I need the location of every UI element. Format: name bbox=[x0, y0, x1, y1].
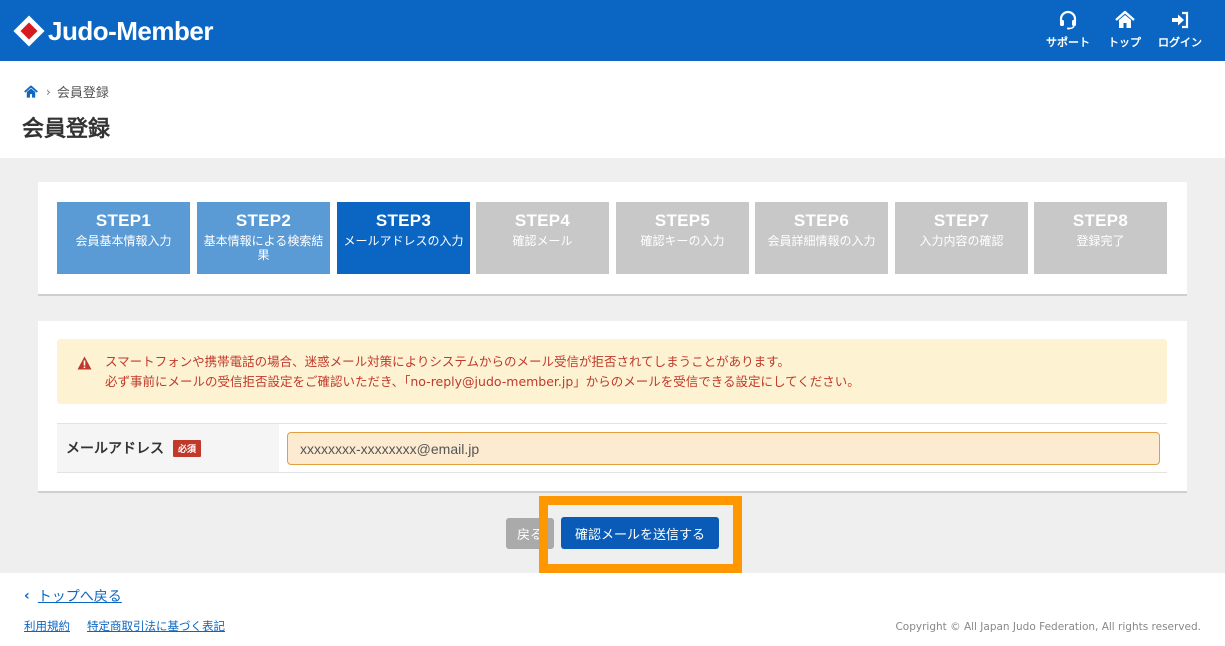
nav-support-label: サポート bbox=[1046, 36, 1090, 49]
chevron-left-icon: ‹ bbox=[24, 588, 30, 604]
step-label: メールアドレスの入力 bbox=[343, 234, 464, 248]
email-row: メールアドレス 必須 bbox=[57, 423, 1167, 473]
step-2: STEP2 基本情報による検索結果 bbox=[197, 202, 330, 274]
site-footer: ‹ トップへ戻る 利用規約 特定商取引法に基づく表記 Copyright © A… bbox=[0, 573, 1225, 646]
headset-icon bbox=[1059, 10, 1077, 30]
step-3: STEP3 メールアドレスの入力 bbox=[337, 202, 470, 274]
step-label: 会員詳細情報の入力 bbox=[767, 234, 876, 248]
copyright: Copyright © All Japan Judo Federation, A… bbox=[895, 621, 1201, 633]
site-logo[interactable]: Judo-Member bbox=[13, 14, 213, 48]
step-number: STEP3 bbox=[375, 211, 432, 230]
email-label: メールアドレス 必須 bbox=[57, 424, 279, 472]
send-confirmation-email-button[interactable]: 確認メールを送信する bbox=[561, 517, 719, 549]
breadcrumb-current: 会員登録 bbox=[56, 86, 109, 101]
step-number: STEP4 bbox=[514, 211, 571, 230]
nav-top[interactable]: トップ bbox=[1108, 10, 1141, 50]
breadcrumb-home-icon[interactable] bbox=[24, 84, 38, 99]
email-form-card: スマートフォンや携帯電話の場合、迷惑メール対策によりシステムからのメール受信が拒… bbox=[38, 321, 1187, 493]
commerce-law-link[interactable]: 特定商取引法に基づく表記 bbox=[87, 618, 225, 634]
step-number: STEP6 bbox=[793, 211, 850, 230]
logo-text: Judo-Member bbox=[48, 15, 213, 46]
breadcrumb-separator-icon: › bbox=[46, 84, 51, 99]
step-8: STEP8 登録完了 bbox=[1034, 202, 1167, 274]
alert-line-2: 必ず事前にメールの受信拒否設定をご確認いただき、「no-reply@judo-m… bbox=[105, 374, 860, 389]
step-number: STEP5 bbox=[654, 211, 711, 230]
terms-link[interactable]: 利用規約 bbox=[24, 618, 70, 634]
step-label: 確認キーの入力 bbox=[640, 234, 725, 248]
required-badge: 必須 bbox=[173, 439, 202, 457]
login-icon bbox=[1172, 11, 1189, 29]
step-1: STEP1 会員基本情報入力 bbox=[57, 202, 190, 274]
back-to-top-text: トップへ戻る bbox=[37, 589, 122, 605]
step-5: STEP5 確認キーの入力 bbox=[616, 202, 749, 274]
step-label: 会員基本情報入力 bbox=[75, 234, 172, 248]
warning-icon bbox=[77, 356, 92, 370]
logo-diamond-icon bbox=[13, 15, 45, 47]
step-number: STEP2 bbox=[235, 211, 292, 230]
page-title: 会員登録 bbox=[22, 117, 111, 142]
spam-filter-alert: スマートフォンや携帯電話の場合、迷惑メール対策によりシステムからのメール受信が拒… bbox=[57, 339, 1167, 404]
step-7: STEP7 入力内容の確認 bbox=[895, 202, 1028, 274]
home-icon bbox=[1114, 10, 1135, 28]
step-label: 登録完了 bbox=[1076, 234, 1125, 248]
site-header: Judo-Member サポート トップ ログイン bbox=[0, 0, 1225, 61]
nav-support[interactable]: サポート bbox=[1046, 10, 1090, 50]
footer-links: 利用規約 特定商取引法に基づく表記 bbox=[24, 618, 242, 634]
nav-login[interactable]: ログイン bbox=[1158, 10, 1202, 50]
nav-login-label: ログイン bbox=[1158, 36, 1202, 49]
step-4: STEP4 確認メール bbox=[476, 202, 609, 274]
alert-line-1: スマートフォンや携帯電話の場合、迷惑メール対策によりシステムからのメール受信が拒… bbox=[105, 354, 790, 369]
back-to-top-link[interactable]: ‹ トップへ戻る bbox=[24, 586, 122, 606]
step-number: STEP7 bbox=[933, 211, 990, 230]
step-label: 入力内容の確認 bbox=[919, 234, 1004, 248]
step-label: 確認メール bbox=[512, 234, 573, 248]
email-input[interactable] bbox=[287, 432, 1160, 465]
step-label: 基本情報による検索結果 bbox=[203, 234, 324, 262]
step-number: STEP1 bbox=[95, 211, 152, 230]
step-number: STEP8 bbox=[1072, 211, 1129, 230]
email-label-text: メールアドレス bbox=[66, 441, 164, 457]
step-6: STEP6 会員詳細情報の入力 bbox=[755, 202, 888, 274]
title-area: › 会員登録 会員登録 bbox=[0, 61, 1225, 158]
breadcrumb: › 会員登録 bbox=[24, 82, 109, 101]
nav-top-label: トップ bbox=[1108, 36, 1141, 49]
step-progress: STEP1 会員基本情報入力 STEP2 基本情報による検索結果 STEP3 メ… bbox=[38, 182, 1187, 296]
